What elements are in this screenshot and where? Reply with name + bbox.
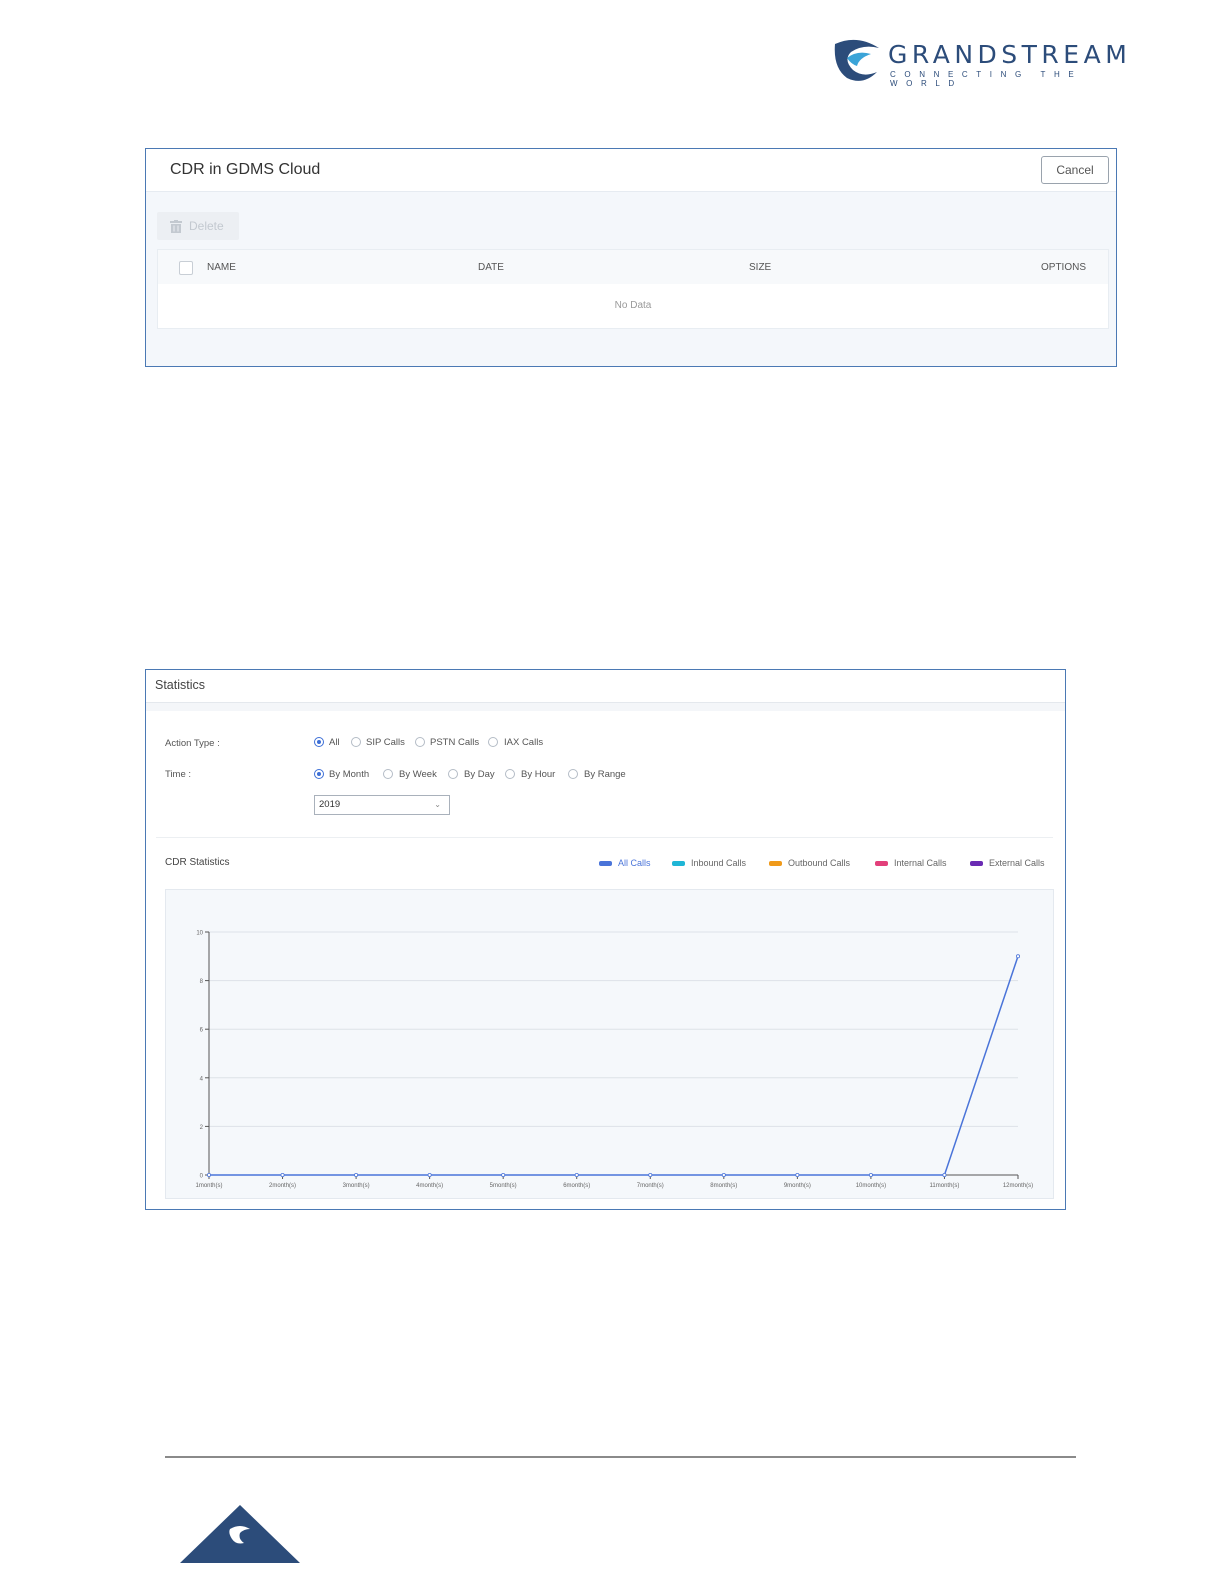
delete-button[interactable]: Delete <box>157 212 239 240</box>
legend-outbound-calls[interactable]: Outbound Calls <box>769 858 850 868</box>
radio-all-label[interactable]: All <box>329 737 340 748</box>
section-divider <box>156 837 1053 838</box>
radio-all[interactable] <box>314 737 324 747</box>
x-tick-label: 11month(s) <box>930 1183 960 1189</box>
radio-sip-calls-label[interactable]: SIP Calls <box>366 737 405 748</box>
data-point <box>427 1172 432 1177</box>
brand-name: GRANDSTREAM <box>888 40 1132 69</box>
column-header-name[interactable]: NAME <box>207 262 236 273</box>
column-header-date[interactable]: DATE <box>478 262 504 273</box>
statistics-panel: Statistics Action Type : All SIP Calls P… <box>145 669 1066 1210</box>
data-point <box>574 1172 579 1177</box>
radio-by-range-label[interactable]: By Range <box>584 769 626 780</box>
legend-external-calls[interactable]: External Calls <box>970 858 1045 868</box>
action-type-label: Action Type : <box>165 738 220 749</box>
legend-all-calls[interactable]: All Calls <box>599 858 651 868</box>
y-tick-label: 6 <box>200 1028 204 1034</box>
dialog-title: CDR in GDMS Cloud <box>170 161 321 178</box>
legend-label: Internal Calls <box>894 858 947 868</box>
data-point <box>868 1172 873 1177</box>
x-tick-label: 7month(s) <box>637 1183 664 1189</box>
column-header-size[interactable]: SIZE <box>749 262 771 273</box>
footer-divider <box>165 1456 1076 1458</box>
x-tick-label: 8month(s) <box>710 1183 737 1189</box>
data-point <box>354 1172 359 1177</box>
x-tick-label: 4month(s) <box>416 1183 443 1189</box>
radio-by-week-label[interactable]: By Week <box>399 769 437 780</box>
radio-iax-calls-label[interactable]: IAX Calls <box>504 737 543 748</box>
x-tick-label: 1month(s) <box>195 1183 222 1189</box>
grandstream-logo-mark-icon <box>834 39 879 81</box>
select-all-checkbox[interactable] <box>179 261 193 275</box>
legend-internal-calls[interactable]: Internal Calls <box>875 858 947 868</box>
cdr-gdms-dialog: CDR in GDMS Cloud Cancel Delete NAME DAT… <box>145 148 1117 367</box>
dialog-header: CDR in GDMS Cloud Cancel <box>146 149 1116 192</box>
empty-table-message: No Data <box>614 300 652 311</box>
radio-pstn-calls[interactable] <box>415 737 425 747</box>
radio-iax-calls[interactable] <box>488 737 498 747</box>
data-point <box>501 1172 506 1177</box>
x-tick-label: 9month(s) <box>784 1183 811 1189</box>
legend-swatch-icon <box>599 861 612 867</box>
data-point <box>795 1172 800 1177</box>
legend-swatch-icon <box>769 861 782 867</box>
cdr-statistics-title: CDR Statistics <box>165 857 230 868</box>
data-point <box>207 1172 212 1177</box>
header-divider-band <box>146 703 1065 711</box>
radio-by-range[interactable] <box>568 769 578 779</box>
column-header-options: OPTIONS <box>1041 262 1087 273</box>
radio-by-month[interactable] <box>314 769 324 779</box>
y-tick-label: 8 <box>200 979 204 985</box>
legend-label: Outbound Calls <box>788 858 851 868</box>
radio-by-day[interactable] <box>448 769 458 779</box>
y-tick-label: 2 <box>200 1125 204 1131</box>
legend-swatch-icon <box>970 861 983 867</box>
year-select-value: 2019 <box>319 799 341 810</box>
time-label: Time : <box>165 769 192 780</box>
x-tick-label: 5month(s) <box>490 1183 517 1189</box>
x-tick-label: 12month(s) <box>1003 1183 1033 1189</box>
statistics-header: Statistics <box>146 670 1065 703</box>
year-select[interactable]: 2019 ⌄ <box>314 795 450 815</box>
data-point <box>280 1172 285 1177</box>
legend-swatch-icon <box>875 861 888 867</box>
data-point <box>1016 954 1021 959</box>
statistics-title: Statistics <box>155 678 206 692</box>
legend-label: All Calls <box>618 858 651 868</box>
table-header: NAME DATE SIZE OPTIONS <box>158 250 1108 284</box>
x-tick-label: 6month(s) <box>563 1183 590 1189</box>
radio-by-hour-label[interactable]: By Hour <box>521 769 555 780</box>
x-tick-label: 3month(s) <box>343 1183 370 1189</box>
data-point <box>721 1172 726 1177</box>
radio-by-hour[interactable] <box>505 769 515 779</box>
cancel-button[interactable]: Cancel <box>1041 156 1109 184</box>
radio-by-day-label[interactable]: By Day <box>464 769 495 780</box>
chevron-down-icon: ⌄ <box>434 800 441 809</box>
footer-grandstream-badge-icon <box>180 1505 300 1563</box>
radio-by-week[interactable] <box>383 769 393 779</box>
radio-pstn-calls-label[interactable]: PSTN Calls <box>430 737 479 748</box>
y-tick-label: 0 <box>200 1174 204 1180</box>
legend-swatch-icon <box>672 861 685 867</box>
y-tick-label: 10 <box>196 931 203 937</box>
trash-icon <box>170 220 182 233</box>
legend-label: Inbound Calls <box>691 858 747 868</box>
cdr-chart-area: 0 2 4 6 8 10 1month(s) 2month(s) 3month(s) 4month… <box>165 889 1054 1199</box>
x-tick-label: 2month(s) <box>269 1183 296 1189</box>
y-tick-label: 4 <box>200 1076 204 1082</box>
brand-tagline: CONNECTING THE WORLD <box>890 70 1083 88</box>
data-point <box>942 1172 947 1177</box>
radio-by-month-label[interactable]: By Month <box>329 769 369 780</box>
legend-inbound-calls[interactable]: Inbound Calls <box>672 858 746 868</box>
delete-label: Delete <box>189 219 224 233</box>
series-line-all-calls <box>209 956 1019 1176</box>
radio-sip-calls[interactable] <box>351 737 361 747</box>
cdr-file-table: NAME DATE SIZE OPTIONS No Data <box>157 249 1109 329</box>
legend-label: External Calls <box>989 858 1045 868</box>
cdr-statistics-chart: 0 2 4 6 8 10 1month(s) 2month(s) 3month(s) 4month… <box>195 931 1033 1190</box>
x-tick-label: 10month(s) <box>856 1183 886 1189</box>
data-point <box>648 1172 653 1177</box>
grandstream-logo: GRANDSTREAM CONNECTING THE WORLD <box>833 38 1163 88</box>
